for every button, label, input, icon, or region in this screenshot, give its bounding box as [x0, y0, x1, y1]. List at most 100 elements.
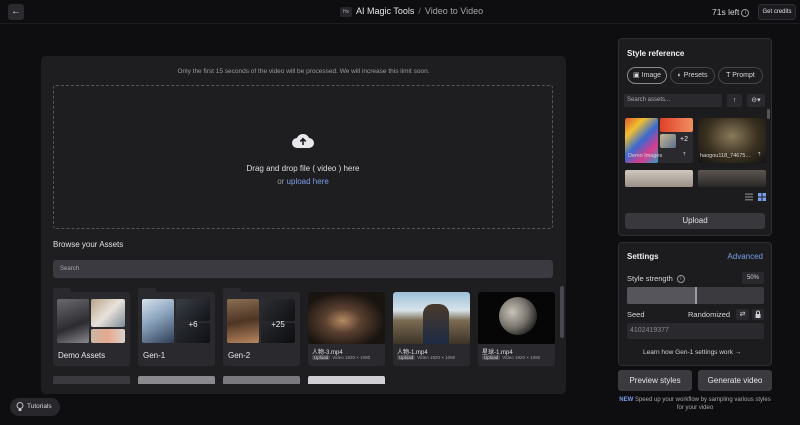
folder-thumb	[142, 299, 174, 343]
upload-tag: Upload	[312, 355, 331, 360]
asset-card-partial	[223, 376, 300, 384]
promo-text: NEW Speed up your workflow by sampling v…	[618, 396, 772, 412]
style-more-count: +2	[680, 136, 688, 143]
style-asset-label: haogou118_74675...	[700, 153, 751, 159]
upload-link[interactable]: upload here	[287, 177, 329, 186]
video-meta-text: Video 1920 × 1080	[502, 355, 541, 360]
advanced-link[interactable]: Advanced	[727, 252, 763, 261]
video-asset[interactable]: 星球-1.mp4 Upload Video 1920 × 1080	[478, 292, 555, 366]
get-credits-button[interactable]: Get credits	[758, 4, 796, 20]
folder-thumb	[91, 299, 125, 327]
learn-settings-link[interactable]: Learn how Gen-1 settings work →	[643, 349, 741, 356]
video-dropzone[interactable]: Drag and drop file ( video ) here or upl…	[53, 85, 553, 229]
video-asset[interactable]: 人物-3.mp4 Upload Video 1920 × 1080	[308, 292, 385, 366]
breadcrumb-app[interactable]: AI Magic Tools	[356, 6, 414, 16]
style-assets-scrollbar[interactable]	[767, 109, 770, 119]
view-toggle[interactable]	[745, 193, 767, 201]
breadcrumb: Hx AI Magic Tools / Video to Video	[340, 6, 483, 17]
style-assets-search-input[interactable]: Search assets...	[624, 94, 722, 107]
arrow-up-icon: ↑	[732, 97, 737, 104]
cloud-upload-icon	[292, 134, 314, 148]
upload-asset-button[interactable]: ↑	[727, 94, 742, 107]
text-icon: T	[726, 72, 731, 79]
upload-line: or upload here	[54, 177, 552, 186]
asset-card-partial	[308, 376, 385, 384]
drop-instructions: Drag and drop file ( video ) here	[246, 164, 360, 173]
folder-label: Gen-2	[228, 351, 251, 360]
tab-image[interactable]: ▣ Image	[627, 67, 667, 84]
folder-gen-2[interactable]: +25 Gen-2	[223, 292, 300, 366]
style-asset-partial[interactable]	[625, 170, 693, 187]
promo-message: Speed up your workflow by sampling vario…	[634, 397, 771, 411]
style-asset-label: Demo Images	[628, 153, 663, 159]
tutorials-button[interactable]: Tutorials	[10, 398, 60, 416]
tab-prompt[interactable]: T Prompt	[718, 67, 763, 84]
style-asset-partial[interactable]	[698, 170, 766, 187]
folder-thumb	[261, 299, 295, 321]
slider-handle[interactable]	[694, 287, 697, 304]
folder-gen-1[interactable]: +6 Gen-1	[138, 292, 215, 366]
seed-input[interactable]: 4102419377	[627, 323, 764, 339]
tutorials-label: Tutorials	[27, 403, 52, 410]
style-strength-value[interactable]: 50%	[742, 272, 764, 284]
settings-panel: Settings Advanced Style strength i 50% S…	[618, 242, 772, 366]
preview-styles-button[interactable]: Preview styles	[618, 370, 692, 391]
time-left-text: 71s left	[712, 7, 740, 17]
style-strength-slider[interactable]	[627, 287, 764, 304]
style-upload-button[interactable]: Upload	[625, 213, 765, 229]
back-button[interactable]: ←	[8, 4, 24, 20]
folder-label: Gen-1	[143, 351, 166, 360]
style-strength-text: Style strength	[627, 274, 673, 283]
video-thumbnail-subject	[423, 304, 449, 344]
image-icon: ▣	[632, 72, 640, 79]
filter-icon: ⊖▾	[751, 97, 761, 104]
video-meta: Upload Video 1920 × 1080	[482, 355, 540, 360]
video-meta-text: Video 1920 × 1080	[332, 355, 371, 360]
slider-fill	[627, 287, 696, 304]
grid-view-icon[interactable]	[758, 193, 766, 201]
lock-icon[interactable]	[752, 309, 764, 320]
upload-small-icon[interactable]: ⇡	[757, 152, 762, 158]
video-thumbnail	[308, 292, 385, 344]
folder-more-count: +6	[188, 320, 198, 329]
style-strength-label: Style strength i	[627, 274, 685, 284]
filter-dropdown[interactable]: ⊖▾	[747, 94, 765, 107]
video-meta-text: Video 1920 × 1080	[417, 355, 456, 360]
randomized-label: Randomized	[688, 310, 731, 319]
shuffle-icon[interactable]: ⇄	[736, 309, 749, 320]
folder-more-count: +25	[271, 320, 285, 329]
video-asset[interactable]: 人物-1.mp4 Upload Video 1920 × 1080	[393, 292, 470, 366]
folder-thumb	[227, 299, 259, 343]
folder-thumb	[91, 329, 125, 343]
arrow-right-icon: →	[734, 349, 742, 356]
video-meta: Upload Video 1920 × 1080	[397, 355, 455, 360]
upload-tag: Upload	[482, 355, 501, 360]
settings-title: Settings	[627, 252, 659, 261]
browse-title: Browse your Assets	[53, 240, 124, 249]
tab-presets[interactable]: ◐ Presets	[670, 67, 715, 84]
style-reference-title: Style reference	[627, 49, 685, 58]
planet-image	[499, 297, 537, 335]
breadcrumb-separator: /	[418, 6, 421, 16]
top-bar: ← Hx AI Magic Tools / Video to Video 71s le…	[0, 0, 800, 24]
generate-video-button[interactable]: Generate video	[698, 370, 772, 391]
main-panel: Only the first 15 seconds of the video w…	[41, 56, 566, 394]
palette-icon: ◐	[677, 72, 682, 79]
style-thumb	[660, 134, 676, 148]
upload-small-icon[interactable]: ⇡	[682, 152, 687, 158]
info-icon[interactable]: i	[741, 8, 750, 17]
app-badge: Hx	[340, 6, 352, 17]
folder-demo-assets[interactable]: Demo Assets	[53, 292, 130, 366]
asset-card-partial	[138, 376, 215, 384]
info-icon[interactable]: i	[676, 275, 685, 284]
folder-thumb	[57, 299, 89, 343]
breadcrumb-page: Video to Video	[424, 6, 484, 16]
lightbulb-icon	[16, 402, 24, 411]
folder-label: Demo Assets	[58, 351, 106, 360]
drop-or: or	[277, 177, 285, 186]
assets-scrollbar[interactable]	[560, 286, 564, 338]
asset-search-input[interactable]: Search	[53, 260, 553, 278]
new-badge: NEW	[619, 397, 634, 403]
style-thumb	[660, 118, 693, 132]
list-view-icon[interactable]	[745, 193, 753, 201]
